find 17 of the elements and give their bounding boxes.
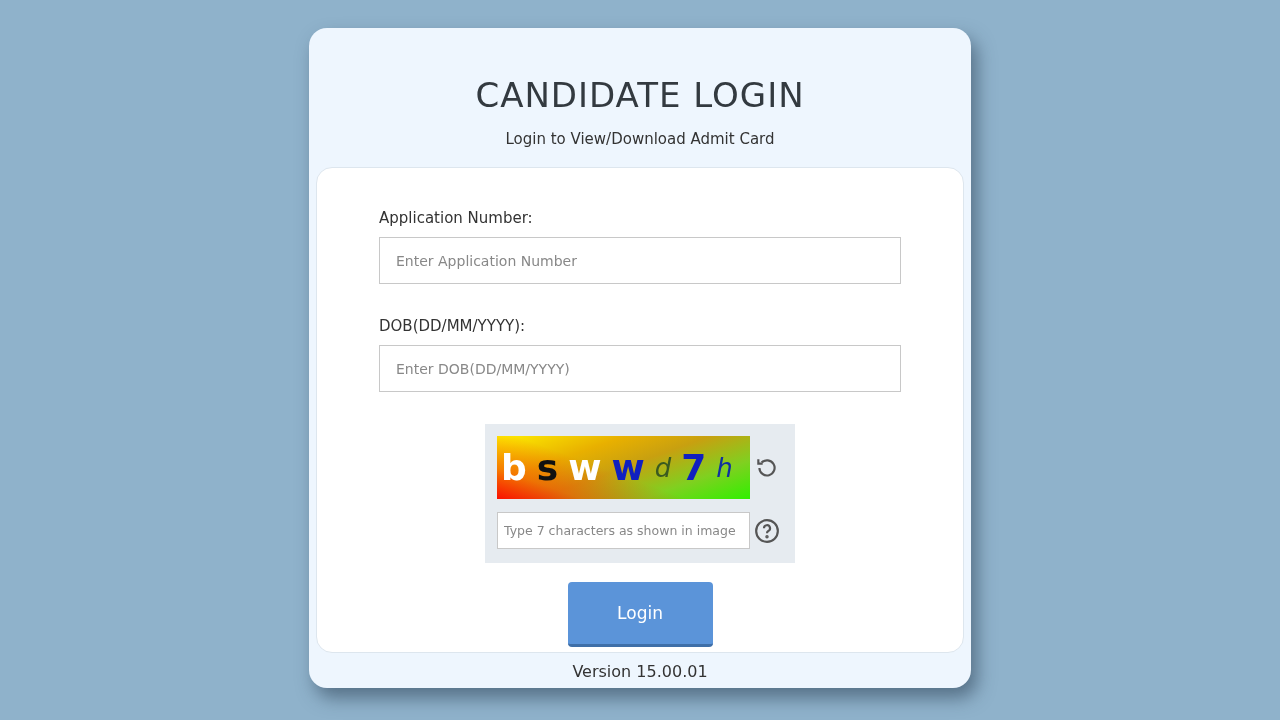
page-title: CANDIDATE LOGIN [475,74,805,117]
captcha-character: w [611,447,645,488]
captcha-character: w [568,447,602,488]
field-label: DOB(DD/MM/YYYY): [379,316,527,336]
captcha-character: h [716,452,733,483]
input-field[interactable]: Enter DOB(DD/MM/YYYY) [379,345,901,392]
input-field[interactable]: Enter Application Number [379,237,901,284]
help-icon[interactable] [754,517,780,544]
version-text: Version 15.00.01 [572,662,708,681]
field-label: Application Number: [379,208,534,228]
login-button[interactable]: Login [567,582,713,647]
subtitle: Login to View/Download Admit Card [505,129,775,149]
captcha-character: d [654,452,672,483]
captcha-field[interactable]: Type 7 characters as shown in image [497,512,750,549]
captcha-character: b [501,447,527,488]
captcha-character: s [536,447,559,488]
captcha-character: 7 [681,447,707,488]
